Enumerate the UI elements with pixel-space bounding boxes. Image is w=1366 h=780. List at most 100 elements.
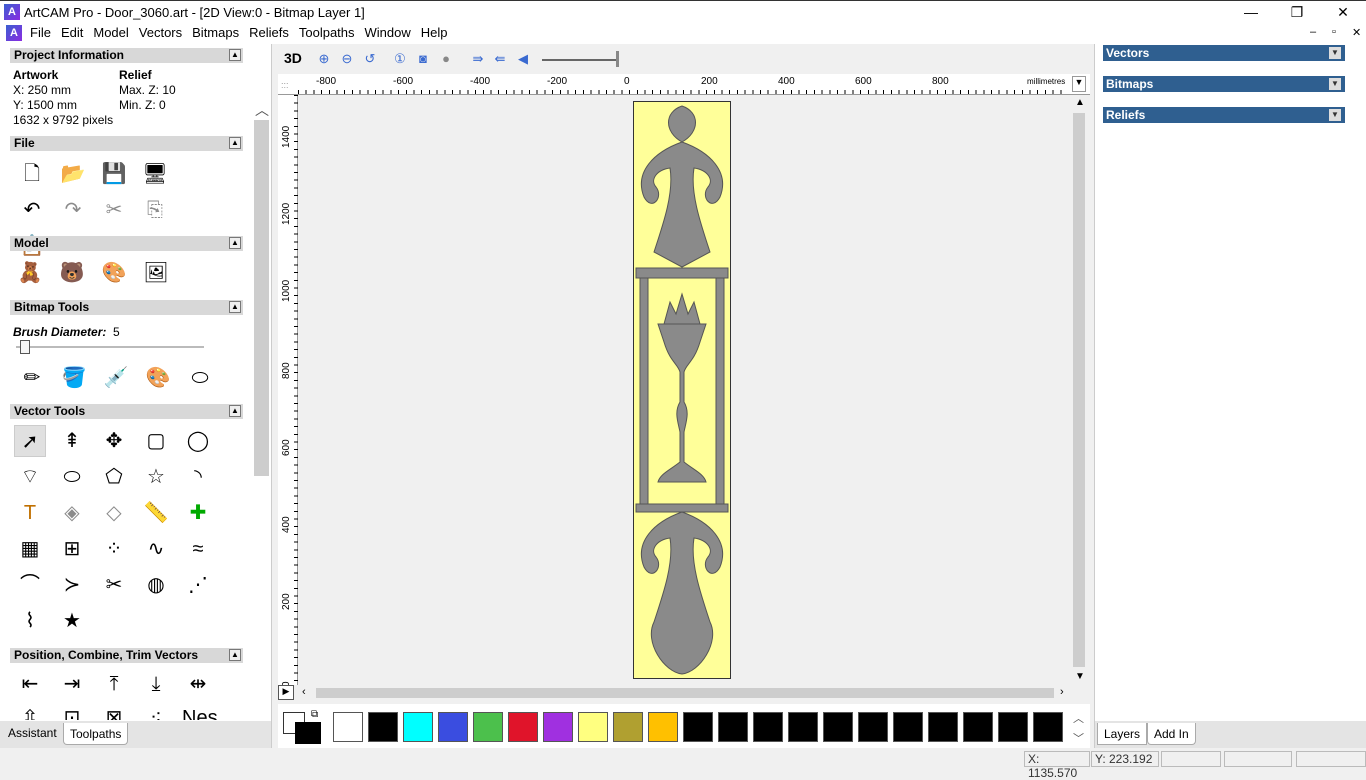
colour-swatch[interactable] — [998, 712, 1028, 742]
zoom-fit-icon[interactable]: ◙ — [414, 50, 432, 68]
units-dropdown-icon[interactable]: ▼ — [1072, 76, 1086, 92]
menu-bitmaps[interactable]: Bitmaps — [187, 22, 244, 44]
scroll-left-icon[interactable]: ‹ — [302, 686, 306, 698]
menu-file[interactable]: File — [25, 22, 56, 44]
transform-icon[interactable]: ✥ — [98, 425, 130, 457]
bitmap-canvas[interactable] — [298, 95, 1070, 685]
undo-icon[interactable]: ↶ — [16, 194, 48, 226]
fillet-icon[interactable]: ◇ — [98, 497, 130, 529]
menu-vectors[interactable]: Vectors — [134, 22, 187, 44]
polygon-icon[interactable]: ⬠ — [98, 461, 130, 493]
nodes-icon[interactable]: ⁘ — [98, 533, 130, 565]
view-3d-button[interactable]: 3D — [284, 50, 302, 66]
star-burst-icon[interactable]: ★ — [56, 605, 88, 637]
canvas-vertical-scrollbar[interactable]: ▲ ▼ — [1070, 95, 1088, 685]
align-top-icon[interactable]: ⤒ — [98, 668, 130, 700]
align-right-icon[interactable]: ⇥ — [56, 668, 88, 700]
nesting-icon[interactable]: Nes — [182, 702, 218, 720]
bezier-icon[interactable]: ⌒ — [14, 569, 46, 601]
doc-restore-button[interactable]: ▫ — [1332, 26, 1336, 38]
menu-window[interactable]: Window — [360, 22, 416, 44]
join-icon[interactable]: ≻ — [56, 569, 88, 601]
curve-nodes-icon[interactable]: ∿ — [140, 533, 172, 565]
secondary-colour[interactable] — [295, 722, 321, 744]
menu-edit[interactable]: Edit — [56, 22, 88, 44]
vector-text-icon[interactable]: ▦ — [14, 533, 46, 565]
colour-swatch[interactable] — [718, 712, 748, 742]
collapse-icon[interactable]: ▲ — [229, 649, 241, 661]
palette-scroll-up-icon[interactable]: ︿ — [1073, 710, 1084, 726]
close-button[interactable]: ✕ — [1320, 1, 1366, 23]
slider-thumb[interactable] — [20, 340, 31, 354]
palette-icon[interactable]: 🎨 — [142, 362, 174, 394]
menu-model[interactable]: Model — [88, 22, 133, 44]
add-cross-icon[interactable]: ✚ — [182, 497, 214, 529]
align-left-icon[interactable]: ⇤ — [14, 668, 46, 700]
align-bottom-icon[interactable]: ⤓ — [140, 668, 172, 700]
center-h-icon[interactable]: ⇹ — [182, 668, 214, 700]
colour-swatch[interactable] — [683, 712, 713, 742]
palette-scroll-down-icon[interactable]: ﹀ — [1073, 730, 1084, 746]
node-edit-icon[interactable]: ⇞ — [56, 425, 88, 457]
colour-swatch[interactable] — [403, 712, 433, 742]
layer-down-icon[interactable]: ⇚ — [491, 50, 509, 68]
tab-assistant[interactable]: Assistant — [2, 722, 63, 744]
colour-swatch[interactable] — [543, 712, 573, 742]
shading-slider[interactable] — [542, 51, 619, 67]
ruler-origin-icon[interactable]: ::: — [281, 80, 289, 90]
zoom-selection-icon[interactable]: ● — [437, 50, 455, 68]
colour-swatch[interactable] — [823, 712, 853, 742]
new-file-icon[interactable]: 🗋 — [16, 158, 48, 190]
tab-toolpaths[interactable]: Toolpaths — [63, 723, 129, 745]
colour-swatch[interactable] — [893, 712, 923, 742]
minimize-button[interactable]: — — [1228, 1, 1274, 23]
star-icon[interactable]: ☆ — [140, 461, 172, 493]
expand-icon[interactable]: ▼ — [1329, 47, 1341, 59]
pencil-icon[interactable]: ✏ — [16, 362, 48, 394]
doc-close-button[interactable]: ✕ — [1352, 26, 1361, 39]
colour-swatch[interactable] — [613, 712, 643, 742]
expand-icon[interactable]: ▼ — [1329, 109, 1341, 121]
model-image-icon[interactable]: 🖼 — [140, 257, 172, 289]
cut-icon[interactable]: ✂ — [98, 194, 130, 226]
expand-icon[interactable]: ▼ — [1329, 78, 1341, 90]
colour-swatch[interactable] — [753, 712, 783, 742]
file-header[interactable]: File ▲ — [10, 136, 243, 151]
scroll-thumb[interactable] — [316, 688, 1054, 698]
measure-icon[interactable]: 📏 — [140, 497, 172, 529]
select-icon[interactable]: ➚ — [14, 425, 46, 457]
tab-add-in[interactable]: Add In — [1147, 723, 1196, 745]
colour-swatch[interactable] — [333, 712, 363, 742]
swap-colours-icon[interactable]: ⧉ — [311, 709, 318, 720]
collapse-icon[interactable]: ▲ — [229, 49, 241, 61]
ellipse-icon[interactable]: ⬭ — [56, 461, 88, 493]
colour-swatch[interactable] — [858, 712, 888, 742]
model-size-icon[interactable]: 🧸 — [14, 257, 46, 289]
menu-help[interactable]: Help — [416, 22, 453, 44]
model-bitmap-icon[interactable]: 🐻 — [56, 257, 88, 289]
menu-reliefs[interactable]: Reliefs — [244, 22, 294, 44]
copy-icon[interactable]: ⎘ — [139, 194, 171, 226]
vectors-layer-header[interactable]: Vectors ▼ — [1103, 45, 1345, 61]
center-page-icon[interactable]: ⊡ — [56, 702, 88, 720]
scroll-thumb[interactable] — [254, 120, 269, 476]
canvas-horizontal-scrollbar[interactable]: ▶ ‹ › — [278, 685, 1070, 701]
wrap-icon[interactable]: ⌇ — [14, 605, 46, 637]
document-icon[interactable]: A — [6, 25, 22, 41]
scroll-thumb[interactable] — [1073, 113, 1085, 667]
save-icon[interactable]: 💾 — [98, 158, 130, 190]
zoom-in-icon[interactable]: ⊕ — [315, 50, 333, 68]
collapse-icon[interactable]: ▲ — [229, 137, 241, 149]
eyedropper-icon[interactable]: 💉 — [100, 362, 132, 394]
restore-button[interactable]: ❐ — [1274, 1, 1320, 23]
colour-swatch[interactable] — [788, 712, 818, 742]
bitmap-tools-header[interactable]: Bitmap Tools ▲ — [10, 300, 243, 315]
split-icon[interactable]: ⋰ — [182, 569, 214, 601]
smooth-icon[interactable]: ≈ — [182, 533, 214, 565]
menu-toolpaths[interactable]: Toolpaths — [294, 22, 360, 44]
scroll-up-icon[interactable]: ︿ — [255, 100, 269, 120]
text-icon[interactable]: T — [14, 497, 46, 529]
distribute-icon[interactable]: ⊠ — [98, 702, 130, 720]
colour-swatch[interactable] — [508, 712, 538, 742]
slider-thumb[interactable] — [616, 51, 619, 67]
